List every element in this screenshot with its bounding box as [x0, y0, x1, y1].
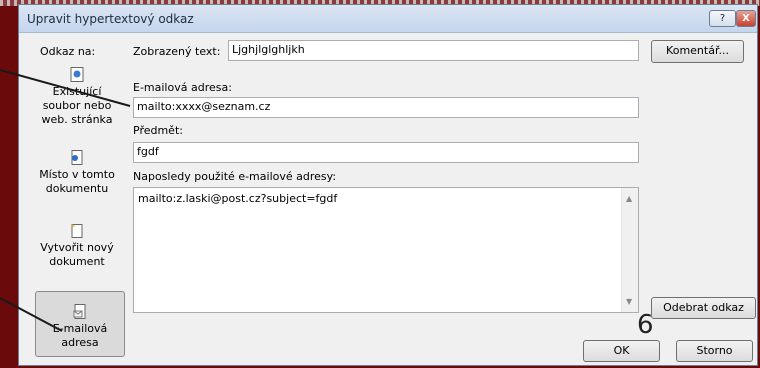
callout-lines	[0, 69, 131, 332]
callout-line-email-item	[0, 297, 63, 332]
callout-line-email-field	[0, 69, 131, 107]
